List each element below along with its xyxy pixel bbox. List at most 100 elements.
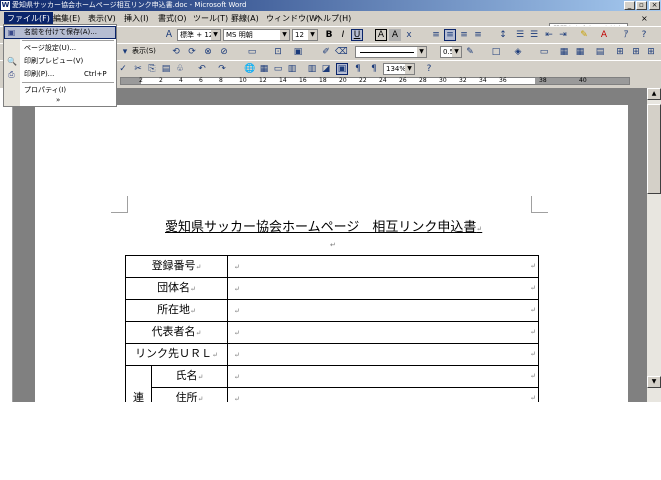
menu-item-label: 印刷プレビュー(V) (24, 57, 84, 65)
distribute-rows-icon[interactable]: ⊞ (614, 46, 626, 58)
spelling-icon[interactable]: ✓ (117, 63, 129, 75)
word-app-icon[interactable]: W (1, 1, 10, 10)
styles-formatting-icon[interactable]: Ａ (163, 29, 175, 41)
contact-address-value-cell[interactable]: ↵ ↵ (227, 387, 539, 402)
line-style-preview (360, 52, 414, 53)
autofit-icon[interactable]: ⊞ (645, 46, 657, 58)
document-map-icon[interactable]: ▣ (336, 63, 348, 75)
character-shading-button[interactable]: A (389, 29, 401, 41)
border-color-icon[interactable]: ✎ (464, 46, 476, 58)
change-case-icon[interactable]: ｱ (620, 29, 632, 41)
align-right-icon[interactable]: ≡ (458, 29, 470, 41)
restore-button[interactable]: ▫ (636, 1, 647, 10)
columns-icon[interactable]: ▥ (306, 63, 318, 75)
align-left-icon[interactable]: ≡ (430, 29, 442, 41)
reject-change-icon[interactable]: ⊗ (202, 46, 214, 58)
vertical-ruler[interactable] (0, 88, 13, 402)
italic-button[interactable]: I (337, 29, 349, 41)
merge-cells-icon[interactable]: ▦ (558, 46, 570, 58)
close-button[interactable]: × (649, 1, 660, 10)
menu-insert[interactable]: 挿入(I) (121, 12, 152, 25)
eraser-icon[interactable]: ⌫ (335, 46, 348, 58)
cut-icon[interactable]: ✂ (132, 63, 144, 75)
show-hide-icon[interactable]: ¶ (352, 63, 364, 75)
undo-icon[interactable]: ↶ (196, 63, 208, 75)
insert-excel-icon[interactable]: ▥ (286, 63, 298, 75)
link-url-value-cell[interactable]: ↵ ↵ (227, 343, 539, 366)
registration-value-cell[interactable]: ↵ ↵ (227, 255, 539, 278)
representative-value-cell[interactable]: ↵ ↵ (227, 321, 539, 344)
character-border-button[interactable]: A (375, 29, 387, 41)
font-combo[interactable]: MS 明朝 ▼ (223, 29, 290, 41)
menu-table[interactable]: 罫線(A) (228, 12, 262, 25)
line-weight-combo[interactable]: 0.5 ▼ (440, 46, 462, 58)
menu-item-save-as[interactable]: ▣ 名前を付けて保存(A)... (4, 26, 116, 39)
underline-button[interactable]: U (351, 29, 363, 41)
table-row: リンク先ＵＲＬ↵ ↵ ↵ (125, 343, 539, 366)
menu-help[interactable]: ヘルプ(H) (312, 12, 354, 25)
borders-icon[interactable]: □ (490, 46, 502, 58)
organization-value-cell[interactable]: ↵ ↵ (227, 277, 539, 300)
insert-table-icon[interactable]: ▭ (538, 46, 550, 58)
tables-borders-icon[interactable]: ▦ (258, 63, 270, 75)
menu-tools[interactable]: ツール(T) (190, 12, 231, 25)
ruler-tick: 2 (159, 77, 163, 84)
address-value-cell[interactable]: ↵ ↵ (227, 299, 539, 322)
insert-table-std-icon[interactable]: ▭ (272, 63, 284, 75)
font-size-combo[interactable]: 12 ▼ (292, 29, 318, 41)
ruler-tick: 20 (339, 77, 347, 84)
scroll-up-icon[interactable]: ▲ (647, 88, 661, 100)
move-up-icon[interactable]: ▣ (292, 46, 304, 58)
line-spacing-icon[interactable]: ↕ (497, 29, 509, 41)
line-style-combo[interactable]: ▼ (355, 46, 427, 58)
increase-indent-icon[interactable]: ⇥ (557, 29, 569, 41)
copy-icon[interactable]: ⎘ (146, 63, 158, 75)
scroll-thumb[interactable] (647, 104, 661, 194)
menu-format[interactable]: 書式(O) (155, 12, 190, 25)
help-toolbar-icon[interactable]: ? (423, 63, 435, 75)
draw-table-icon[interactable]: ✐ (320, 46, 332, 58)
scroll-down-icon[interactable]: ▼ (647, 376, 661, 388)
paste-icon[interactable]: ▤ (160, 63, 172, 75)
shading-color-icon[interactable]: ◈ (512, 46, 524, 58)
expand-menu-icon[interactable]: » (56, 96, 60, 104)
display-button[interactable]: 表示(S) (129, 45, 159, 58)
insert-comment-icon[interactable]: ▭ (246, 46, 258, 58)
highlight-icon[interactable]: ✎ (578, 29, 590, 41)
format-painter-icon[interactable]: ♧ (174, 63, 186, 75)
redo-icon[interactable]: ↷ (216, 63, 228, 75)
decrease-indent-icon[interactable]: ⇤ (543, 29, 555, 41)
bullets-icon[interactable]: ☰ (528, 29, 540, 41)
vertical-scrollbar[interactable]: ▲ ▼ (647, 88, 661, 402)
distribute-columns-icon[interactable]: ⊞ (630, 46, 642, 58)
phonetic-guide-icon[interactable]: ｘ (403, 29, 415, 41)
row-label-representative: 代表者名↵ (125, 321, 228, 344)
track-changes-icon[interactable]: ⊘ (218, 46, 230, 58)
bold-button[interactable]: B (323, 29, 335, 41)
numbering-icon[interactable]: ☰ (514, 29, 526, 41)
style-combo[interactable]: 標準 + 12 ▼ (177, 29, 221, 41)
justify-icon[interactable]: ≡ (472, 29, 484, 41)
contact-name-value-cell[interactable]: ↵ ↵ (227, 365, 539, 388)
pilcrow-icon[interactable]: ¶ (368, 63, 380, 75)
table-row: 団体名↵ ↵ ↵ (125, 277, 539, 300)
minimize-button[interactable]: _ (624, 1, 635, 10)
close-document-icon[interactable]: × (638, 12, 651, 25)
drawing-icon[interactable]: ◪ (320, 63, 332, 75)
next-icon[interactable]: ⟲ (170, 46, 182, 58)
menu-item-page-setup[interactable]: ページ設定(U)... (4, 42, 116, 55)
align-cell-icon[interactable]: ▤ (594, 46, 606, 58)
insert-hyperlink-icon[interactable]: 🌐 (244, 63, 256, 75)
help-icon[interactable]: ? (638, 29, 650, 41)
accept-change-icon[interactable]: ⟳ (186, 46, 198, 58)
font-color-icon[interactable]: A (598, 29, 610, 41)
zoom-combo[interactable]: 134% ▼ (383, 63, 415, 75)
reviewing-pane-icon[interactable]: ⊡ (272, 46, 284, 58)
menu-item-print[interactable]: ⎙ 印刷(P)... Ctrl+P (4, 68, 116, 81)
menu-item-label: ページ設定(U)... (24, 44, 77, 52)
table-row: 代表者名↵ ↵ ↵ (125, 321, 539, 344)
split-cells-icon[interactable]: ▦ (574, 46, 586, 58)
ruler-tick: 2 (139, 77, 143, 84)
align-center-icon[interactable]: ≡ (444, 29, 456, 41)
menu-item-print-preview[interactable]: 🔍 印刷プレビュー(V) (4, 55, 116, 68)
